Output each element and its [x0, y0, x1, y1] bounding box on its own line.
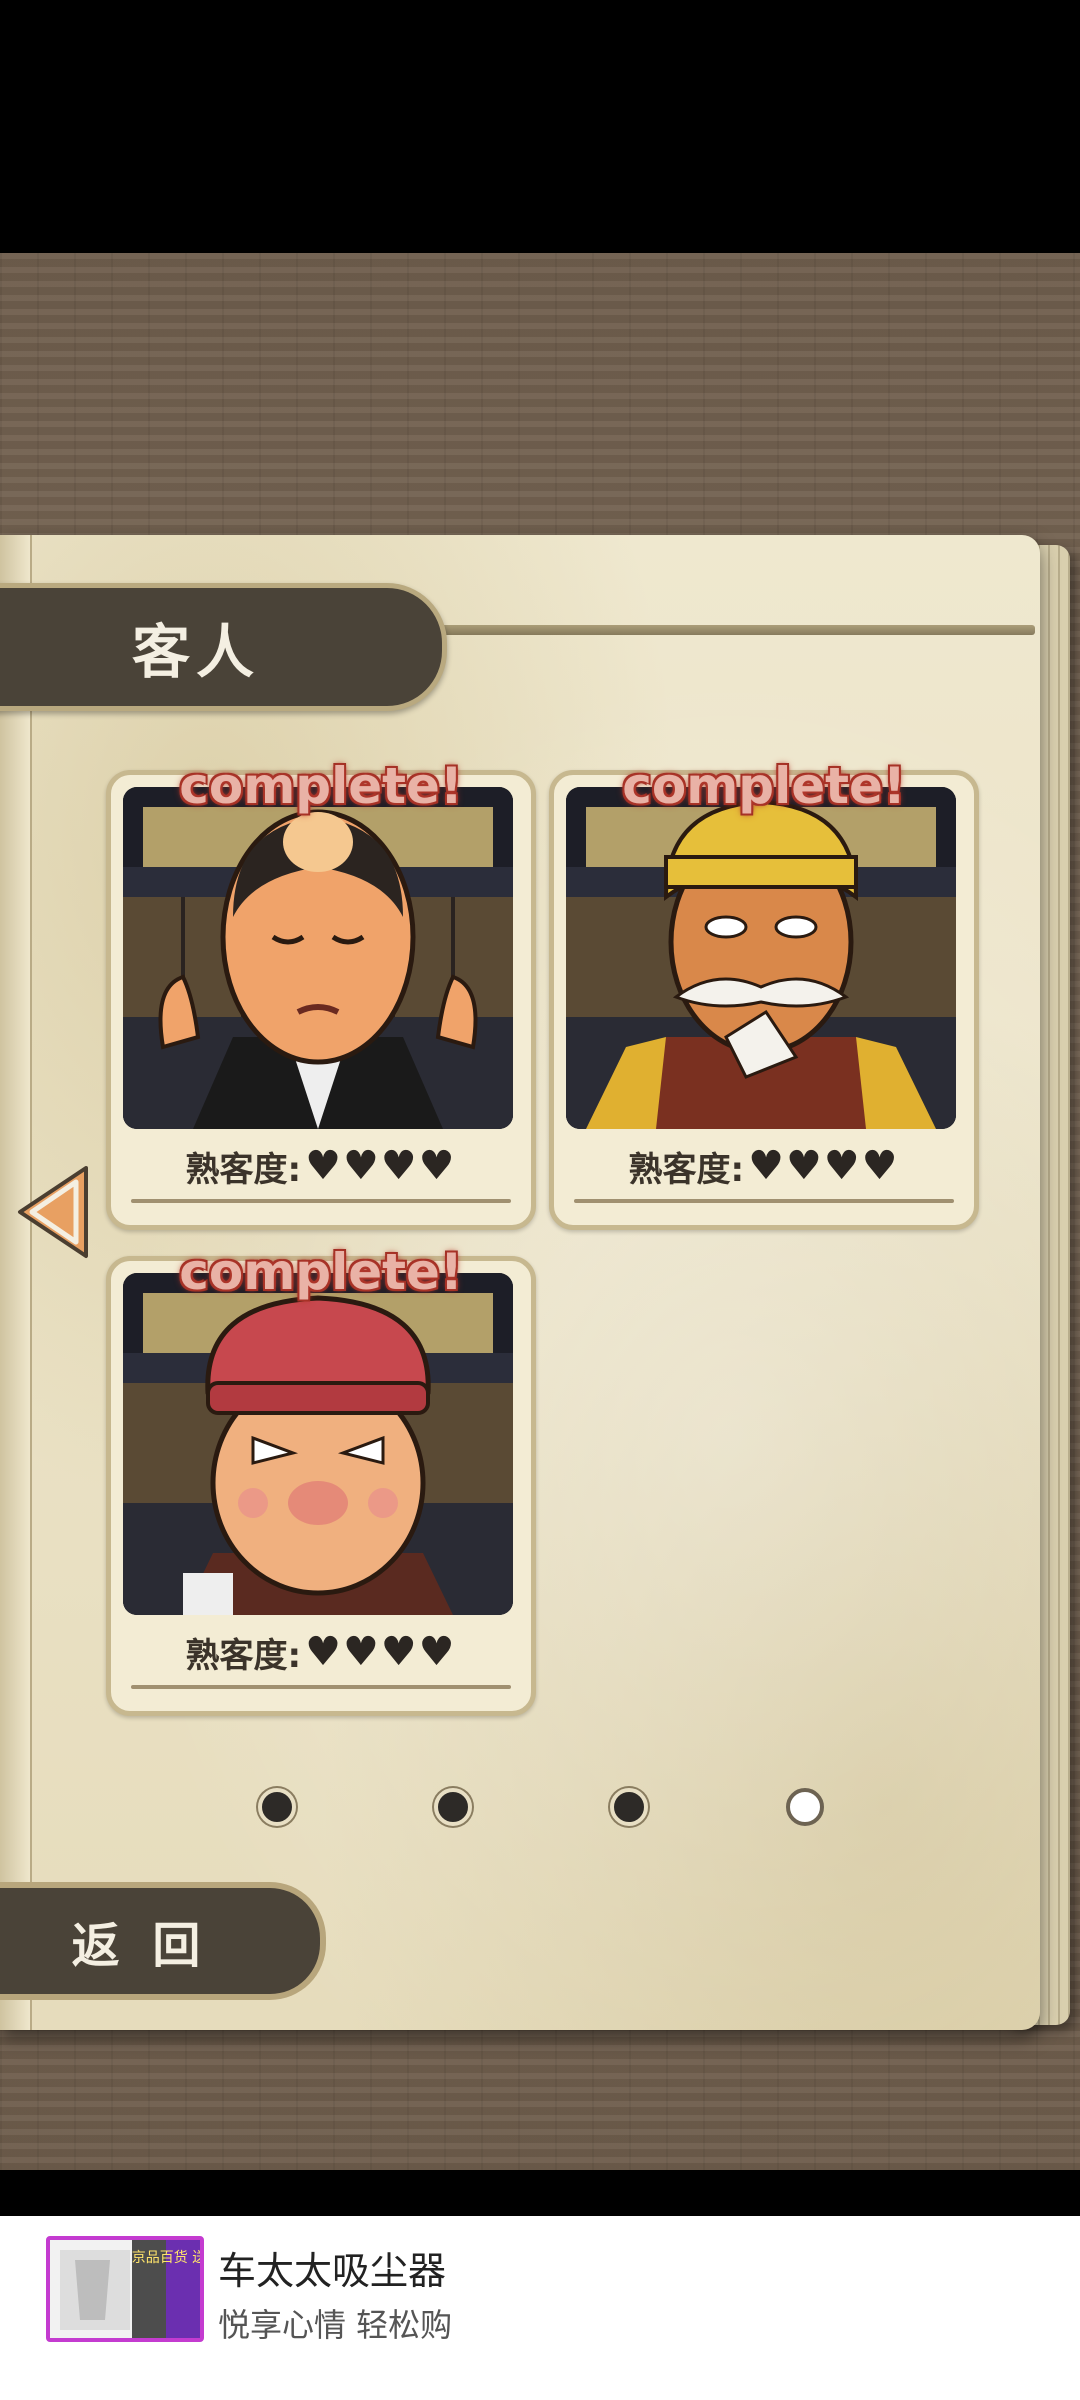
back-button-label: 返 回 [71, 1918, 209, 1974]
complete-badge: complete! [622, 757, 906, 815]
customer-card[interactable]: complete! 熟客度: ♥♥♥♥ [106, 1243, 536, 1716]
page-title: 客人 [131, 618, 260, 686]
familiarity-label: 熟客度: [628, 1149, 745, 1190]
ad-thumbnail[interactable]: 京品百货 送到家 [46, 2236, 204, 2342]
top-black-bar [0, 0, 1080, 253]
heart-icon: ♥♥♥♥ [748, 1143, 900, 1189]
divider [131, 1685, 511, 1689]
ad-thumb-text: 京品百货 送到家 [132, 2249, 200, 2266]
heart-icon: ♥♥♥♥ [305, 1629, 457, 1675]
familiarity-row: 熟客度: ♥♥♥♥ [111, 1135, 531, 1197]
familiarity-label: 熟客度: [185, 1635, 302, 1676]
customer-card[interactable]: complete! 熟客度: ♥♥♥♥ [106, 757, 536, 1230]
page-rule [440, 625, 1035, 635]
divider [574, 1199, 954, 1203]
customer-portrait [123, 787, 513, 1129]
page-title-tab: 客人 [0, 583, 447, 711]
book-spine [0, 535, 32, 2030]
familiarity-row: 熟客度: ♥♥♥♥ [111, 1621, 531, 1683]
ad-banner[interactable]: 京品百货 送到家 车太太吸尘器 悦享心情 轻松购 [0, 2216, 1080, 2400]
ad-title[interactable]: 车太太吸尘器 [218, 2240, 446, 2295]
page-dot-3[interactable] [610, 1788, 648, 1826]
page-dot-4-active[interactable] [786, 1788, 824, 1826]
page-dot-2[interactable] [434, 1788, 472, 1826]
customer-portrait [566, 787, 956, 1129]
prev-page-button[interactable] [14, 1162, 94, 1262]
complete-badge: complete! [179, 1243, 463, 1301]
bottom-black-bar [0, 2170, 1080, 2216]
familiarity-row: 熟客度: ♥♥♥♥ [554, 1135, 974, 1197]
customer-portrait [123, 1273, 513, 1615]
triangle-left-icon [18, 1166, 88, 1258]
back-button[interactable]: 返 回 [0, 1882, 326, 2000]
customer-card[interactable]: complete! 熟客度: ♥♥♥♥ [549, 757, 979, 1230]
ad-subtitle: 悦享心情 轻松购 [218, 2306, 453, 2344]
familiarity-label: 熟客度: [185, 1149, 302, 1190]
complete-badge: complete! [179, 757, 463, 815]
divider [131, 1199, 511, 1203]
heart-icon: ♥♥♥♥ [305, 1143, 457, 1189]
page-dot-1[interactable] [258, 1788, 296, 1826]
